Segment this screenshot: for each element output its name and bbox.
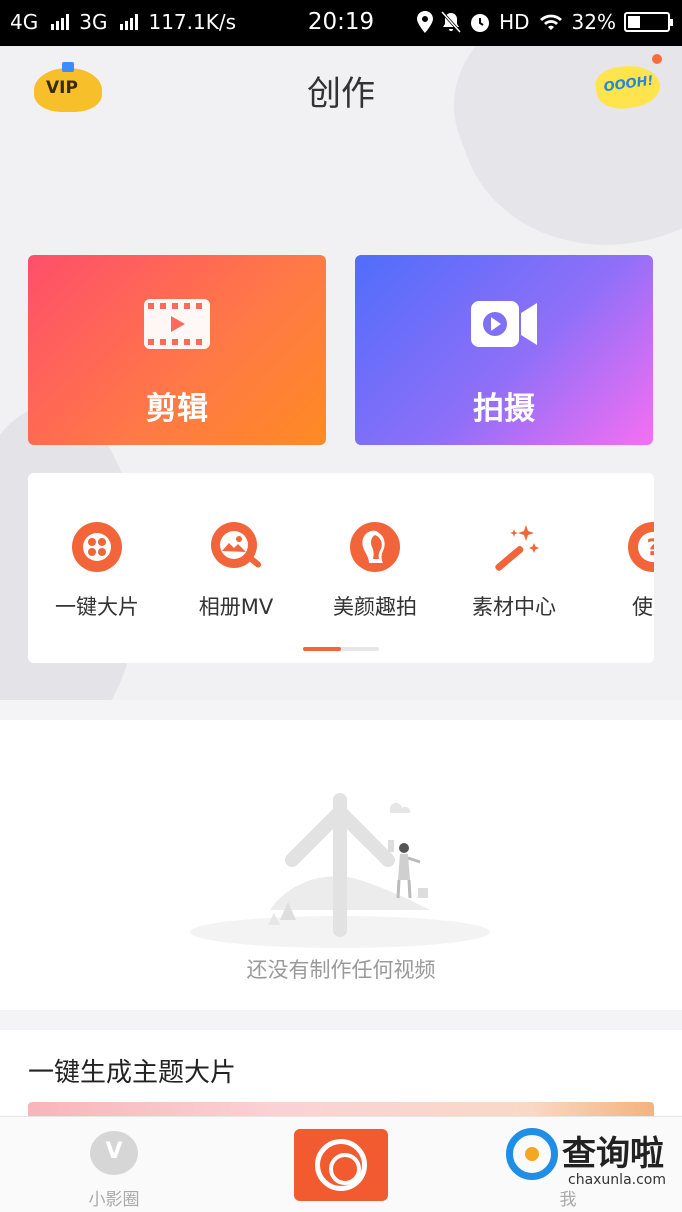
tool-label: 相册MV bbox=[198, 595, 274, 619]
create-button[interactable] bbox=[294, 1129, 388, 1201]
alarm-icon bbox=[471, 14, 490, 32]
edit-label: 剪辑 bbox=[146, 391, 208, 427]
tool-material-center[interactable]: 素材中心 bbox=[449, 521, 579, 621]
community-icon: V bbox=[90, 1131, 138, 1175]
tool-help[interactable]: ? 使用 bbox=[588, 521, 654, 621]
album-mv-icon bbox=[211, 522, 262, 568]
video-camera-icon bbox=[471, 301, 537, 347]
location-icon bbox=[417, 11, 434, 33]
tool-one-click-movie[interactable]: 一键大片 bbox=[32, 521, 162, 621]
empty-illustration bbox=[190, 793, 490, 948]
notification-dot bbox=[652, 54, 662, 64]
tool-beauty-cam[interactable]: 美颜趣拍 bbox=[310, 521, 440, 621]
page-title: 创作 bbox=[307, 74, 375, 114]
help-icon: ? bbox=[628, 522, 654, 572]
tool-label: 素材中心 bbox=[472, 595, 556, 619]
tools-carousel[interactable]: 一键大片 相册MV 美颜趣拍 素材中心 ? bbox=[28, 473, 654, 663]
svg-text:?: ? bbox=[647, 536, 654, 561]
status-bar: 4G 3G 117.1K/s 20:19 HD 32% bbox=[0, 0, 682, 46]
nav-community[interactable]: V 小影圈 bbox=[54, 1131, 174, 1210]
watermark-text: 查询啦 bbox=[562, 1134, 664, 1174]
mute-bell-icon bbox=[441, 11, 462, 33]
watermark-url: chaxunla.com bbox=[568, 1172, 666, 1188]
section-title: 一键生成主题大片 bbox=[28, 1058, 237, 1088]
page-indicator bbox=[303, 647, 379, 651]
shoot-card-button[interactable]: 拍摄 bbox=[355, 255, 653, 445]
battery-icon bbox=[624, 12, 673, 32]
shoot-label: 拍摄 bbox=[473, 391, 535, 427]
tool-label: 一键大片 bbox=[55, 595, 139, 619]
film-strip-icon bbox=[144, 299, 210, 349]
nav-community-label: 小影圈 bbox=[88, 1190, 140, 1210]
tool-label: 使用 bbox=[632, 595, 654, 619]
tool-label: 美颜趣拍 bbox=[333, 595, 417, 619]
watermark: 查询啦 chaxunla.com bbox=[506, 1126, 676, 1192]
empty-state: 还没有制作任何视频 bbox=[0, 720, 682, 1010]
camera-lens-icon bbox=[315, 1139, 367, 1191]
tool-album-mv[interactable]: 相册MV bbox=[171, 521, 301, 621]
hd-indicator: HD bbox=[499, 10, 530, 34]
magic-wand-icon bbox=[495, 525, 539, 571]
film-reel-icon bbox=[72, 522, 122, 572]
wifi-icon bbox=[539, 14, 562, 30]
battery-percent: 32% bbox=[571, 10, 616, 34]
empty-message: 还没有制作任何视频 bbox=[246, 958, 436, 982]
watermark-logo-icon bbox=[506, 1128, 558, 1180]
edit-card-button[interactable]: 剪辑 bbox=[28, 255, 326, 445]
comic-label: OOOH! bbox=[602, 73, 655, 96]
beauty-face-icon bbox=[350, 522, 400, 572]
